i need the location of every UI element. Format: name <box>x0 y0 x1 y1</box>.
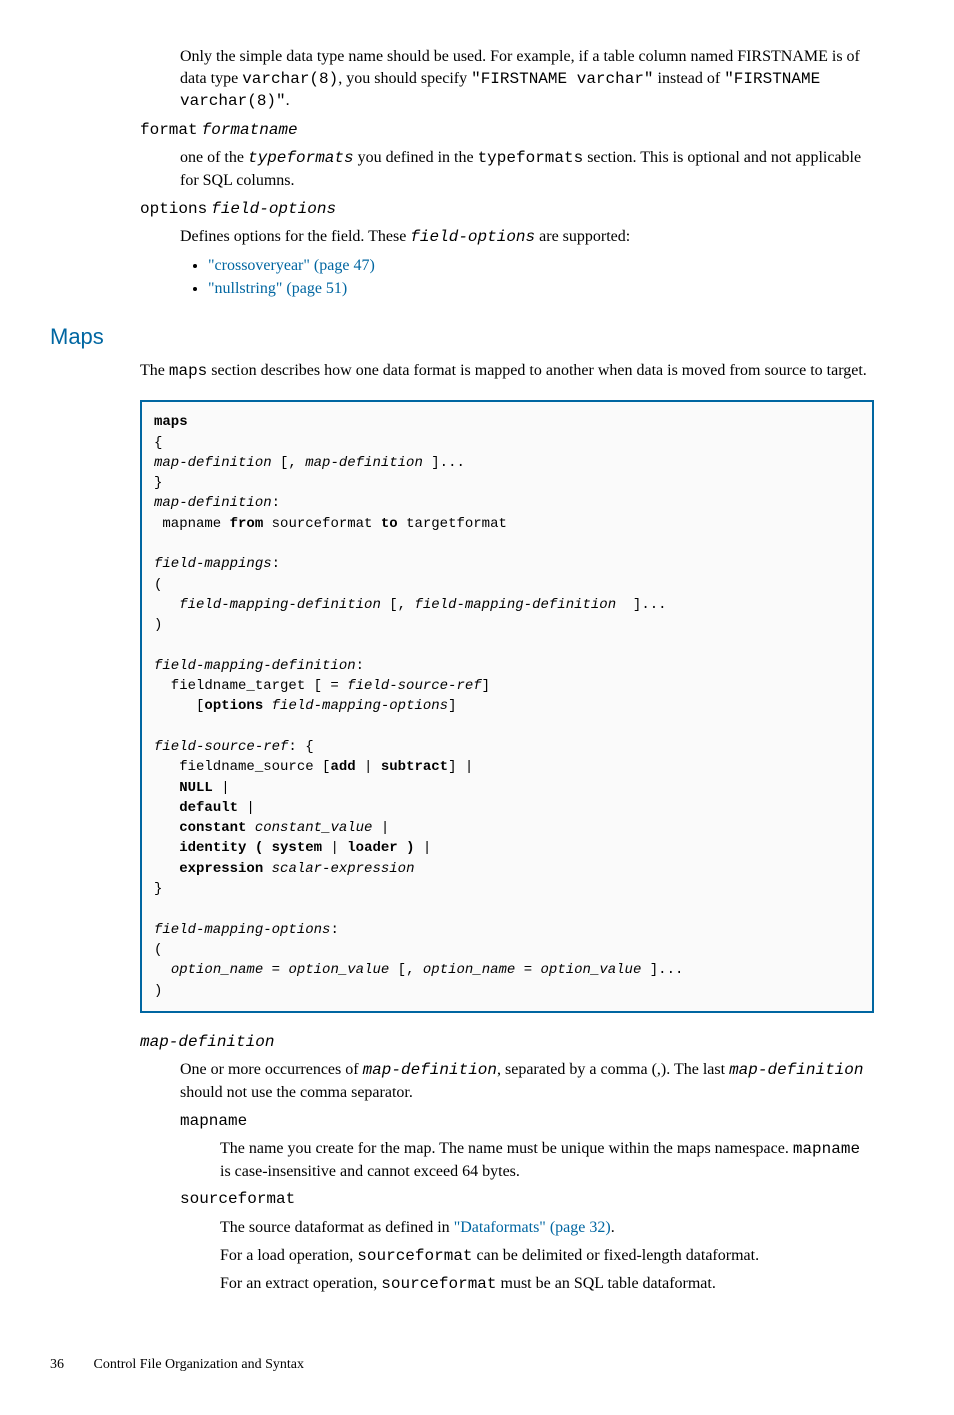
format-definition: one of the typeformats you defined in th… <box>180 147 874 191</box>
maps-syntax-box: maps { map-definition [, map-definition … <box>140 400 874 1013</box>
text: section describes how one data format is… <box>207 362 867 379</box>
mapname-term: mapname <box>180 1110 874 1133</box>
sourceformat-term: sourceformat <box>180 1188 874 1211</box>
list-item: "nullstring" (page 51) <box>208 278 874 300</box>
format-term: format formatname <box>140 119 874 142</box>
code: map-definition <box>363 1061 497 1079</box>
options-term: options field-options <box>140 198 874 221</box>
text: For a load operation, <box>220 1247 357 1264</box>
options-definition: Defines options for the field. These fie… <box>180 226 874 300</box>
code: field-options <box>410 228 535 246</box>
term: map-definition <box>140 1033 274 1051</box>
page-number: 36 <box>50 1356 90 1375</box>
text: should not use the comma separator. <box>180 1084 413 1101</box>
term: mapname <box>180 1112 247 1130</box>
term: sourceformat <box>180 1190 295 1208</box>
text: For an extract operation, <box>220 1275 381 1292</box>
arg: field-options <box>211 200 336 218</box>
text: are supported: <box>535 228 630 245</box>
crossoveryear-link[interactable]: "crossoveryear" (page 47) <box>208 257 375 274</box>
code: "FIRSTNAME varchar" <box>471 70 653 88</box>
sourceformat-desc: The source dataformat as defined in "Dat… <box>220 1217 874 1296</box>
map-definition-term: map-definition <box>140 1031 874 1054</box>
code: mapname <box>793 1140 860 1158</box>
keyword: format <box>140 121 198 139</box>
maps-intro: The maps section describes how one data … <box>140 360 874 383</box>
text: is case-insensitive and cannot exceed 64… <box>220 1163 520 1180</box>
text: The <box>140 362 169 379</box>
code: typeformats <box>248 149 354 167</box>
arg: formatname <box>202 121 298 139</box>
text: . <box>286 92 290 109</box>
text: Defines options for the field. These <box>180 228 410 245</box>
footer-title: Control File Organization and Syntax <box>94 1357 305 1372</box>
text: can be delimited or fixed-length datafor… <box>473 1247 760 1264</box>
text: one of the <box>180 149 248 166</box>
nullstring-link[interactable]: "nullstring" (page 51) <box>208 280 347 297</box>
text: One or more occurrences of <box>180 1061 363 1078</box>
text: must be an SQL table dataformat. <box>497 1275 716 1292</box>
code: sourceformat <box>381 1275 496 1293</box>
text: . <box>611 1219 615 1236</box>
text: instead of <box>654 70 725 87</box>
code: sourceformat <box>357 1247 472 1265</box>
text: The source dataformat as defined in <box>220 1219 454 1236</box>
text: , separated by a comma (,). The last <box>497 1061 729 1078</box>
text: The name you create for the map. The nam… <box>220 1140 793 1157</box>
page-footer: 36 Control File Organization and Syntax <box>50 1356 874 1375</box>
dataformats-link[interactable]: "Dataformats" (page 32) <box>454 1219 611 1236</box>
maps-heading: Maps <box>50 322 874 352</box>
datatype-note: Only the simple data type name should be… <box>180 46 874 113</box>
code: map-definition <box>729 1061 863 1079</box>
code: varchar(8) <box>242 70 338 88</box>
map-definition-desc: One or more occurrences of map-definitio… <box>180 1059 874 1103</box>
text: you defined in the <box>354 149 478 166</box>
list-item: "crossoveryear" (page 47) <box>208 255 874 277</box>
text: , you should specify <box>338 70 471 87</box>
mapname-desc: The name you create for the map. The nam… <box>220 1138 874 1182</box>
code: maps <box>169 362 207 380</box>
code: typeformats <box>478 149 584 167</box>
keyword: options <box>140 200 207 218</box>
